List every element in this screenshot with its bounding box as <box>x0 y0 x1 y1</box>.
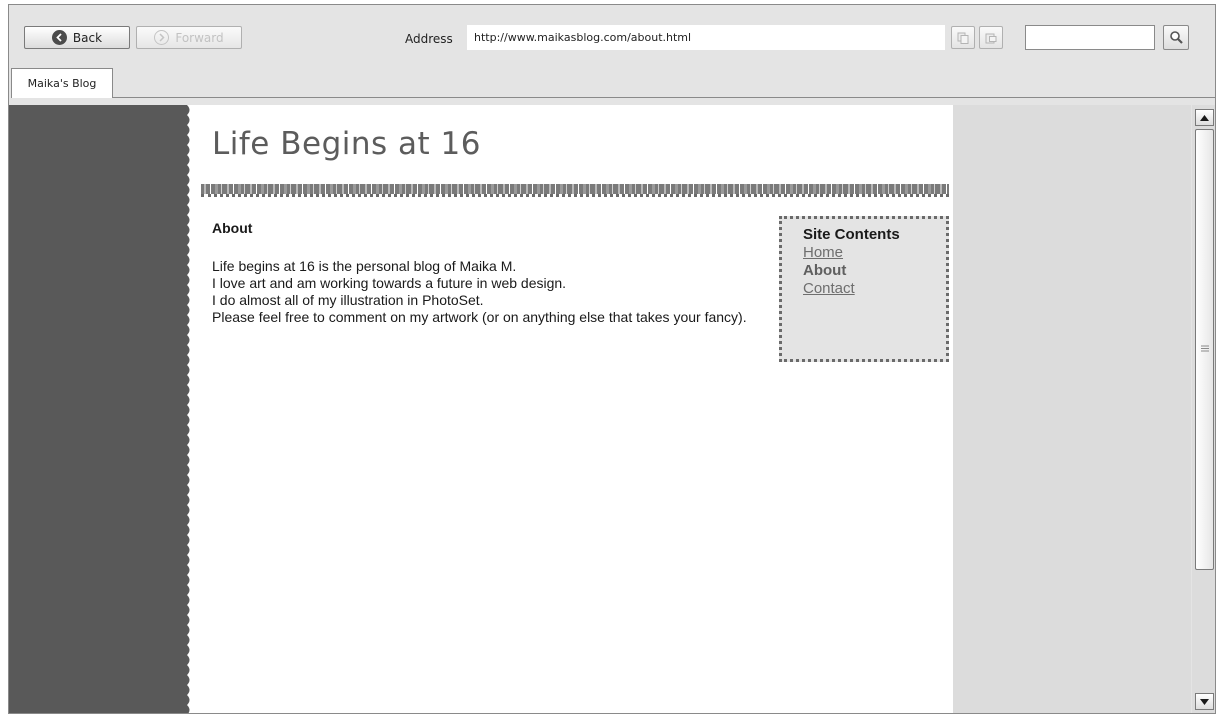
site-contents-box: Site Contents Home About Contact <box>779 216 949 362</box>
browser-window: Back Forward Address http://www.maikasbl… <box>8 4 1216 714</box>
nav-current-about: About <box>803 262 847 279</box>
scroll-down-button[interactable] <box>1195 693 1214 710</box>
search-button[interactable] <box>1163 25 1189 50</box>
blog-page: Life Begins at 16 About Life begins at 1… <box>182 105 953 713</box>
magnifier-icon <box>1169 31 1183 44</box>
left-gutter <box>9 105 187 713</box>
web-content-area: Life Begins at 16 About Life begins at 1… <box>9 105 1191 713</box>
copy-icon <box>957 32 969 44</box>
right-empty-area <box>953 105 1191 713</box>
site-contents-heading: Site Contents <box>803 226 900 243</box>
address-input[interactable] <box>467 25 945 50</box>
paste-icon <box>985 33 997 43</box>
arrow-down-icon <box>1200 698 1209 705</box>
title-decorative-rule <box>201 184 949 194</box>
copy-button[interactable] <box>951 26 975 49</box>
about-paragraph: Life begins at 16 is the personal blog o… <box>212 258 782 326</box>
tab-label: Maika's Blog <box>27 77 97 90</box>
about-line: Please feel free to comment on my artwor… <box>212 309 747 325</box>
vertical-scrollbar[interactable] <box>1192 105 1215 713</box>
nav-link-home[interactable]: Home <box>803 244 946 262</box>
arrow-up-icon <box>1200 114 1209 121</box>
scalloped-edge <box>182 105 190 713</box>
about-line: I love art and am working towards a futu… <box>212 275 567 291</box>
tab-maikas-blog[interactable]: Maika's Blog <box>11 68 113 98</box>
back-button[interactable]: Back <box>24 26 130 49</box>
address-label: Address <box>405 32 453 46</box>
search-input[interactable] <box>1025 25 1155 50</box>
paste-button[interactable] <box>979 26 1003 49</box>
tab-strip-divider <box>113 97 1215 98</box>
forward-button-label: Forward <box>175 30 224 45</box>
scroll-up-button[interactable] <box>1195 109 1214 126</box>
dotted-divider <box>201 194 949 197</box>
scroll-thumb[interactable] <box>1195 129 1214 570</box>
grip-icon <box>1201 345 1209 352</box>
nav-link-contact[interactable]: Contact <box>803 280 946 298</box>
forward-arrow-icon <box>154 30 170 45</box>
about-line: I do almost all of my illustration in Ph… <box>212 292 484 308</box>
browser-toolbar: Back Forward Address http://www.maikasbl… <box>9 5 1215 98</box>
about-line: Life begins at 16 is the personal blog o… <box>212 258 517 274</box>
forward-button[interactable]: Forward <box>136 26 242 49</box>
back-button-label: Back <box>72 30 103 45</box>
section-heading: About <box>212 220 253 236</box>
back-arrow-icon <box>51 30 67 45</box>
blog-title: Life Begins at 16 <box>212 126 481 162</box>
